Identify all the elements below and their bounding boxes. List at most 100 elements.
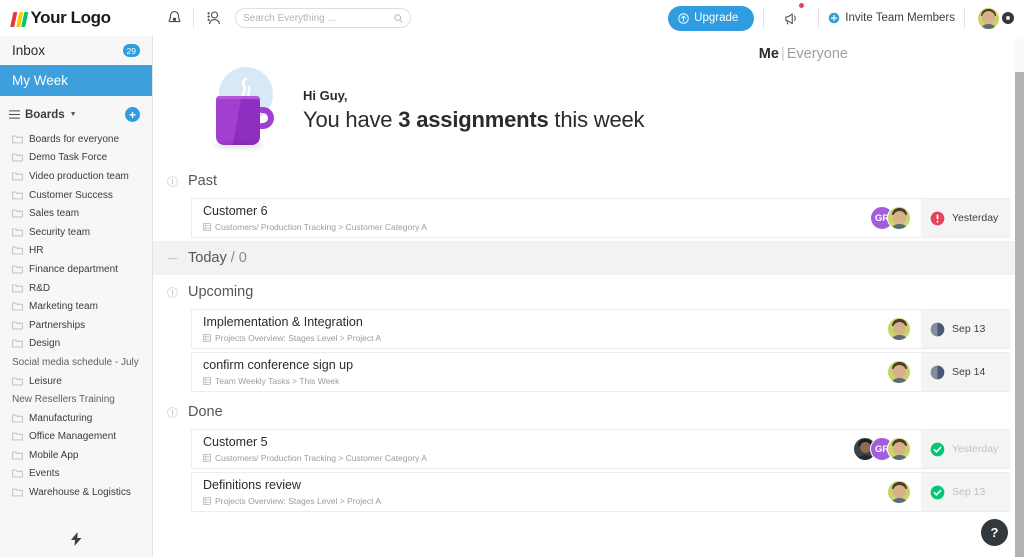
avatar[interactable] xyxy=(887,480,911,504)
greeting-count: 3 assignments xyxy=(398,106,549,132)
search-box[interactable] xyxy=(235,8,411,28)
section-header[interactable]: Upcoming xyxy=(153,275,1024,309)
upgrade-button[interactable]: Upgrade xyxy=(668,5,755,31)
avatar[interactable] xyxy=(887,437,911,461)
sidebar-item-board[interactable]: Office Management xyxy=(0,428,152,447)
sidebar-item-board[interactable]: Mobile App xyxy=(0,446,152,465)
section-header[interactable]: Done xyxy=(153,395,1024,429)
sidebar-item-board[interactable]: New Resellers Training xyxy=(0,390,152,409)
board-item-label: Finance department xyxy=(29,263,118,275)
avatar[interactable] xyxy=(887,360,911,384)
sidebar-item-board[interactable]: Partnerships xyxy=(0,316,152,335)
sidebar-item-board[interactable]: Social media schedule - July xyxy=(0,353,152,372)
sidebar-item-board[interactable]: Security team xyxy=(0,223,152,242)
greeting-prefix: You have xyxy=(303,106,399,132)
sidebar-item-board[interactable]: Demo Task Force xyxy=(0,149,152,168)
board-icon xyxy=(203,377,211,385)
board-item-label: Demo Task Force xyxy=(29,152,108,164)
hamburger-icon xyxy=(9,110,20,119)
status-dot-icon[interactable] xyxy=(1002,12,1014,24)
sidebar-item-board[interactable]: R&D xyxy=(0,279,152,298)
collapse-icon[interactable] xyxy=(167,406,178,418)
assignee-avatars: GR xyxy=(870,199,921,237)
invite-team-members-button[interactable]: Invite Team Members xyxy=(828,12,955,24)
board-item-label: Customer Success xyxy=(29,189,113,201)
sidebar-item-board[interactable]: Warehouse & Logistics xyxy=(0,483,152,502)
app-logo[interactable]: Your Logo xyxy=(0,0,153,36)
section-title: Upcoming xyxy=(188,284,254,300)
avatar[interactable] xyxy=(887,317,911,341)
task-breadcrumb: Customers/ Production Tracking > Custome… xyxy=(203,222,870,232)
board-item-label: HR xyxy=(29,245,44,257)
section-title: Done xyxy=(188,404,223,420)
folder-icon xyxy=(12,228,23,237)
filter-me[interactable]: Me xyxy=(759,46,779,62)
chevron-down-icon[interactable]: ▼ xyxy=(70,111,77,118)
filter-everyone[interactable]: Everyone xyxy=(787,46,848,62)
sidebar-item-board[interactable]: Customer Success xyxy=(0,186,152,205)
task-row[interactable]: Customer 5 Customers/ Production Tracking… xyxy=(191,429,1010,469)
folder-icon xyxy=(12,451,23,460)
section-header[interactable]: Past xyxy=(153,164,1024,198)
task-row[interactable]: Definitions review Projects Overview: Sta… xyxy=(191,472,1010,512)
minus-icon[interactable] xyxy=(167,253,178,264)
logo-bars-icon xyxy=(10,10,30,27)
lightning-bolt-icon[interactable] xyxy=(0,532,152,549)
task-row[interactable]: Implementation & Integration Projects Ove… xyxy=(191,309,1010,349)
task-row[interactable]: Customer 6 Customers/ Production Tracking… xyxy=(191,198,1010,238)
top-navigation-bar: Your Logo Upgrade xyxy=(0,0,1024,36)
folder-icon xyxy=(12,488,23,497)
sidebar-item-inbox[interactable]: Inbox 29 xyxy=(0,36,152,65)
sidebar-item-board[interactable]: Events xyxy=(0,465,152,484)
task-info: Implementation & Integration Projects Ove… xyxy=(192,310,887,348)
sidebar-item-board[interactable]: Boards for everyone xyxy=(0,130,152,149)
greeting-hi: Hi Guy, xyxy=(303,87,348,103)
collapse-icon[interactable] xyxy=(167,175,178,187)
sidebar-item-board[interactable]: Video production team xyxy=(0,167,152,186)
task-due-cell[interactable]: Yesterday xyxy=(921,430,1010,468)
task-breadcrumb: Projects Overview: Stages Level > Projec… xyxy=(203,333,887,343)
task-due-cell[interactable]: Sep 13 xyxy=(921,473,1010,511)
collapse-icon[interactable] xyxy=(167,286,178,298)
upgrade-arrow-icon xyxy=(678,12,689,24)
task-title: Customer 5 xyxy=(203,435,268,449)
inbox-label: Inbox xyxy=(12,43,46,58)
contacts-icon[interactable] xyxy=(199,4,227,32)
sidebar-item-board[interactable]: Finance department xyxy=(0,260,152,279)
task-sections: Past Customer 6 Customers/ Production Trac… xyxy=(153,164,1024,515)
help-button[interactable]: ? xyxy=(981,519,1008,546)
sidebar-item-board[interactable]: HR xyxy=(0,242,152,261)
app-root: Your Logo Upgrade xyxy=(0,0,1024,557)
folder-icon xyxy=(12,377,23,385)
inbox-badge: 29 xyxy=(122,44,140,57)
sidebar-boards-header[interactable]: Boards ▼ + xyxy=(0,99,152,130)
divider xyxy=(763,8,765,28)
greeting-summary: You have 3 assignments this week xyxy=(303,106,645,133)
add-board-button[interactable]: + xyxy=(125,107,140,122)
task-info: Customer 6 Customers/ Production Tracking… xyxy=(192,199,870,237)
megaphone-icon[interactable] xyxy=(777,3,805,32)
avatar[interactable] xyxy=(978,7,999,29)
avatar[interactable] xyxy=(887,206,911,230)
main-content: Me | Everyone Hi Guy, You have 3 assignmen… xyxy=(153,36,1024,557)
task-due-cell[interactable]: Yesterday xyxy=(921,199,1010,237)
scrollbar-track xyxy=(1015,36,1024,72)
scrollbar-thumb[interactable] xyxy=(1015,72,1024,557)
board-icon xyxy=(203,454,211,462)
sidebar-item-my-week[interactable]: My Week xyxy=(0,65,152,96)
sidebar-item-board[interactable]: Marketing team xyxy=(0,297,152,316)
sidebar-item-board[interactable]: Leisure xyxy=(0,372,152,391)
task-info: Customer 5 Customers/ Production Tracking… xyxy=(192,430,853,468)
sidebar-item-board[interactable]: Manufacturing xyxy=(0,409,152,428)
task-row[interactable]: confirm conference sign up Team Weekly Ta… xyxy=(191,352,1010,392)
assignee-avatars: GR xyxy=(853,430,921,468)
section-header[interactable]: Today / 0 xyxy=(153,241,1024,275)
task-title: Customer 6 xyxy=(203,204,268,218)
task-due-cell[interactable]: Sep 14 xyxy=(921,353,1010,391)
task-due-cell[interactable]: Sep 13 xyxy=(921,310,1010,348)
sidebar-item-board[interactable]: Sales team xyxy=(0,204,152,223)
filter-separator: | xyxy=(780,46,785,62)
search-input[interactable] xyxy=(243,12,394,24)
bell-icon[interactable] xyxy=(160,4,188,32)
sidebar-item-board[interactable]: Design xyxy=(0,335,152,354)
